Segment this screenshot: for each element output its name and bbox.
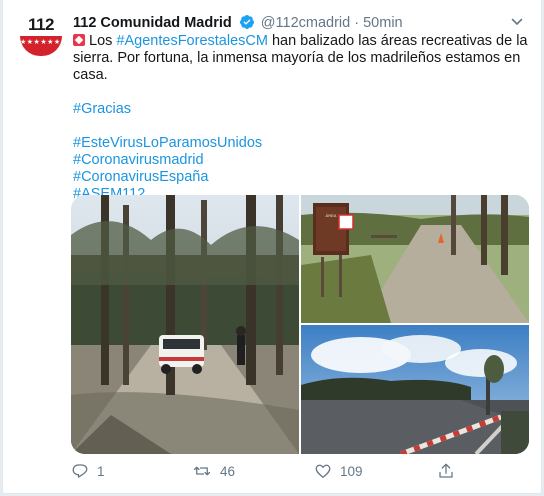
tweet-card[interactable]: 112 ★★★★★★★ 112 Comunidad Madrid @112cma… — [2, 0, 542, 494]
share-icon — [437, 462, 455, 480]
text-segment: Los — [89, 33, 117, 49]
chevron-down-icon[interactable] — [509, 14, 525, 34]
alert-icon — [73, 34, 85, 46]
verified-icon — [239, 14, 255, 34]
like-icon — [314, 462, 332, 480]
tweet-header: 112 Comunidad Madrid @112cmadrid · 50min — [73, 14, 531, 32]
retweet-button[interactable]: 46 — [192, 462, 235, 480]
account-handle[interactable]: @112cmadrid — [261, 15, 350, 31]
tweet-timestamp[interactable]: 50min — [363, 15, 403, 31]
hashtag-link[interactable]: #Gracias — [73, 101, 131, 117]
svg-text:ÁREA: ÁREA — [326, 213, 337, 218]
hashtag-link[interactable]: #EsteVirusLoParamosUnidos — [73, 135, 262, 151]
like-count: 109 — [340, 463, 363, 479]
retweet-count: 46 — [220, 463, 236, 479]
media-grid: ÁREA — [71, 195, 529, 454]
avatar[interactable]: 112 ★★★★★★★ — [17, 12, 65, 60]
retweet-icon — [192, 462, 212, 480]
reply-button[interactable]: 1 — [71, 462, 105, 480]
photo-parking-barrier[interactable] — [301, 325, 529, 454]
hashtag-link[interactable]: #Coronavirusmadrid — [73, 152, 204, 168]
like-button[interactable]: 109 — [314, 462, 363, 480]
madrid-flag-icon: ★★★★★★★ — [20, 36, 62, 56]
account-name[interactable]: 112 Comunidad Madrid — [73, 15, 232, 31]
hashtag-link[interactable]: #CoronavirusEspaña — [73, 169, 208, 185]
tweet-actions: 1 46 109 — [71, 462, 531, 482]
photo-forest-road[interactable] — [71, 195, 299, 454]
avatar-logo-text: 112 — [28, 15, 54, 34]
tweet-text: Los #AgentesForestalesCM han balizado la… — [73, 33, 528, 203]
avatar-stars: ★★★★★★★ — [20, 39, 62, 46]
reply-count: 1 — [97, 463, 105, 479]
share-button[interactable] — [437, 462, 455, 480]
reply-icon — [71, 462, 89, 480]
photo-closed-sign[interactable]: ÁREA — [301, 195, 529, 323]
hashtag-link[interactable]: #AgentesForestalesCM — [116, 33, 268, 49]
